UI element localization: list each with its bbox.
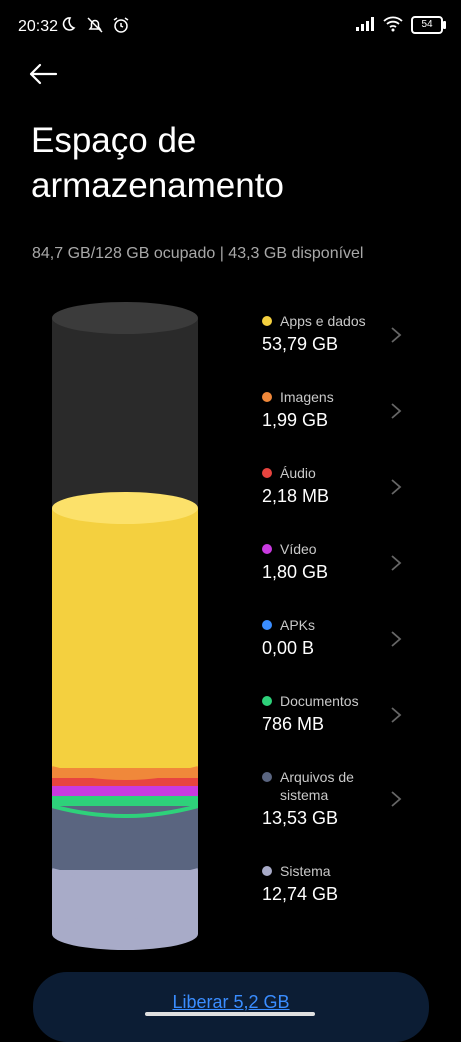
chevron-right-icon — [391, 707, 402, 723]
legend-item-images[interactable]: Imagens 1,99 GB — [262, 388, 442, 431]
legend-item-video[interactable]: Vídeo 1,80 GB — [262, 540, 442, 583]
cylinder-bottom — [52, 918, 198, 950]
chevron-right-icon — [391, 631, 402, 647]
alarm-icon — [112, 16, 130, 34]
chevron-right-icon — [391, 327, 402, 343]
storage-summary: 84,7 GB/128 GB ocupado | 43,3 GB disponí… — [32, 245, 364, 262]
status-bar: 20:32 54 — [0, 0, 461, 56]
free-space-button[interactable]: Liberar 5,2 GB — [33, 972, 429, 1042]
legend-item-system: Sistema 12,74 GB — [262, 863, 339, 904]
dot-icon — [262, 468, 272, 478]
storage-cylinder — [51, 300, 199, 950]
dot-icon — [262, 392, 272, 402]
notifications-off-icon — [86, 16, 104, 34]
chevron-right-icon — [391, 403, 402, 419]
free-space-segment — [52, 318, 198, 508]
dot-icon — [262, 316, 272, 326]
home-indicator[interactable] — [145, 1012, 315, 1016]
legend-item-system-files[interactable]: Arquivos de sistema 13,53 GB — [262, 768, 442, 829]
segment-apps — [52, 508, 198, 768]
status-time: 20:32 — [18, 18, 59, 35]
back-button[interactable] — [28, 62, 64, 92]
cylinder-top — [52, 302, 198, 334]
segment-apps-top — [52, 492, 198, 524]
back-arrow-icon — [29, 63, 58, 85]
wifi-icon — [383, 16, 403, 34]
legend-item-documents[interactable]: Documentos 786 MB — [262, 692, 442, 735]
segment-documents — [52, 796, 198, 806]
signal-icon — [355, 16, 374, 34]
legend-item-apks[interactable]: APKs 0,00 B — [262, 616, 442, 659]
dot-icon — [262, 866, 272, 876]
dot-icon — [262, 696, 272, 706]
chevron-right-icon — [391, 479, 402, 495]
chevron-right-icon — [391, 555, 402, 571]
dot-icon — [262, 544, 272, 554]
legend-item-audio[interactable]: Áudio 2,18 MB — [262, 464, 442, 507]
dot-icon — [262, 620, 272, 630]
battery-icon: 54 — [411, 16, 446, 34]
legend-item-apps[interactable]: Apps e dados 53,79 GB — [262, 312, 442, 355]
segment-video — [52, 786, 198, 796]
dot-icon — [262, 772, 272, 782]
chevron-right-icon — [391, 791, 402, 807]
moon-icon — [60, 16, 78, 34]
free-space-label: Liberar 5,2 GB — [172, 992, 290, 1012]
page-title: Espaço de armazenamento — [31, 121, 284, 205]
